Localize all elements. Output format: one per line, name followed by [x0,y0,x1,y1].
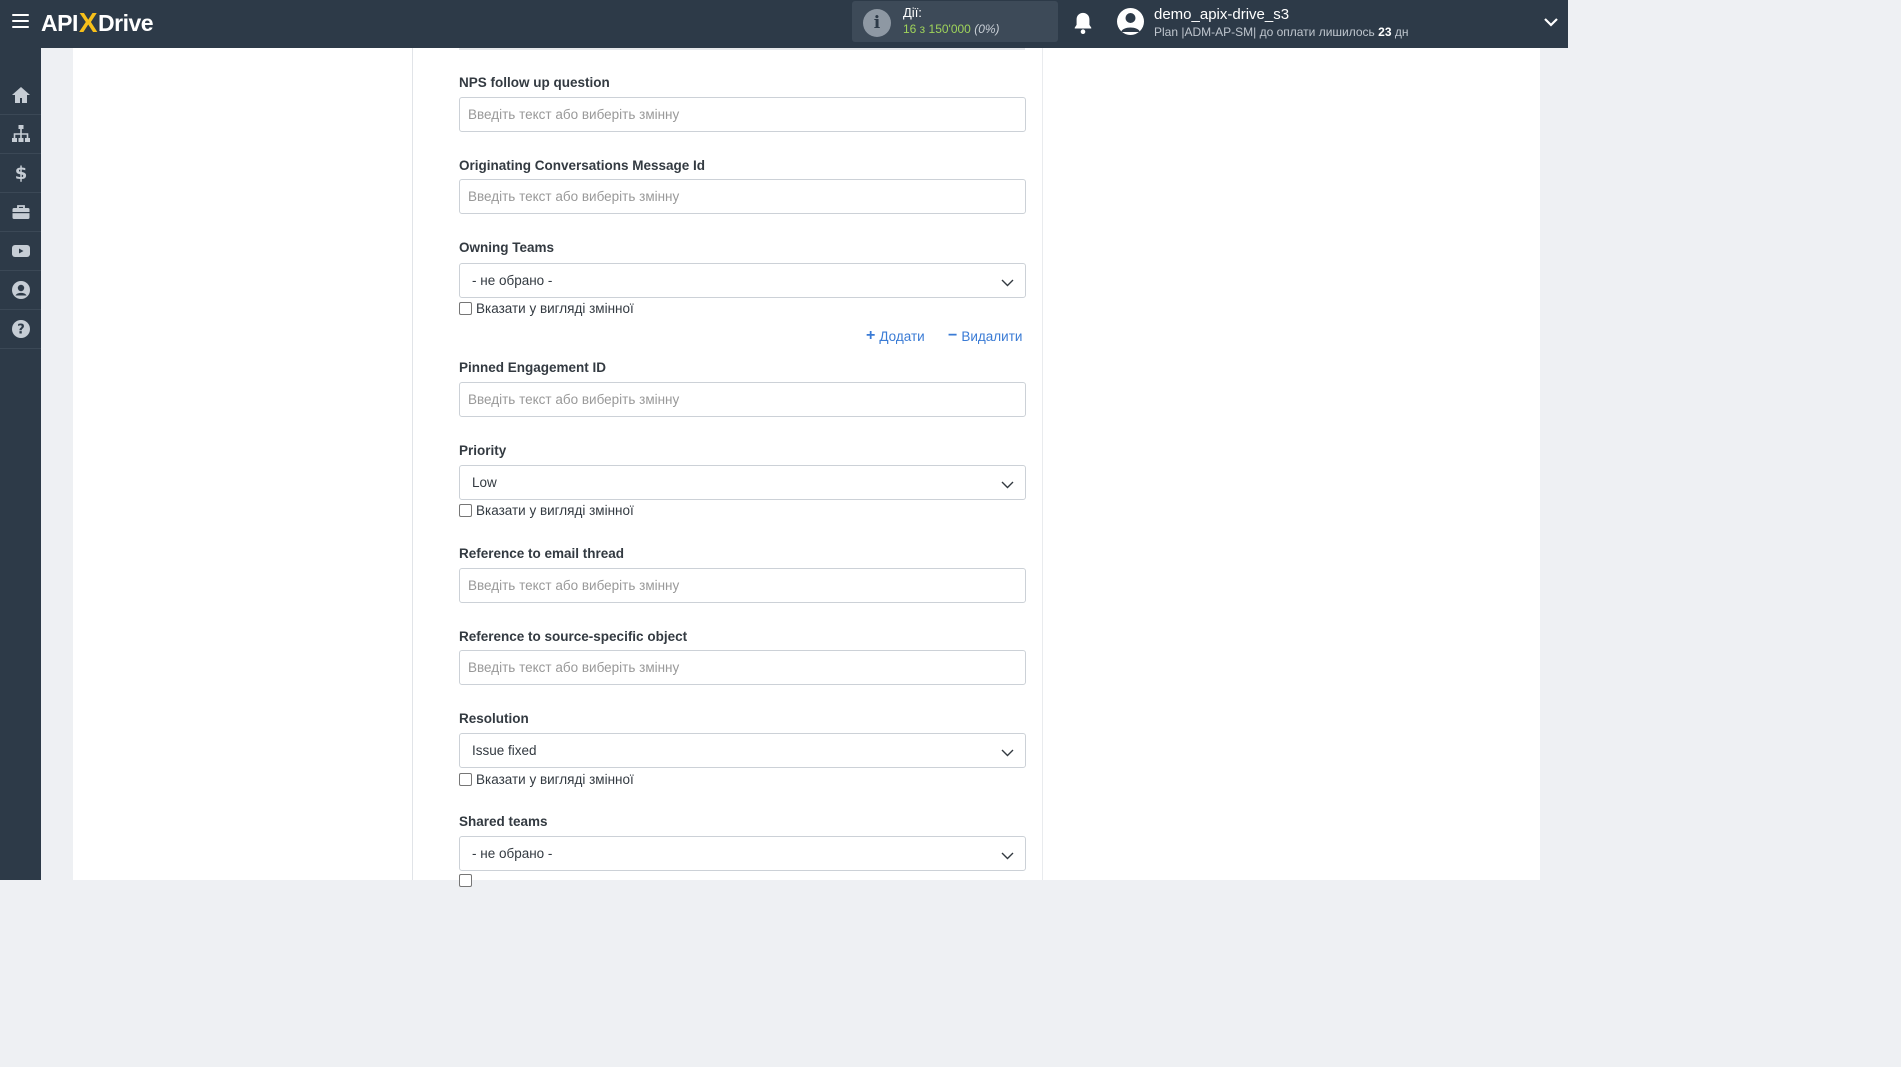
field-label-nps-followup: NPS follow up question [459,75,610,90]
plan-suffix: дн [1391,25,1409,39]
svg-text:?: ? [17,323,25,338]
home-icon[interactable] [0,76,41,115]
logo-api: API [41,9,78,36]
add-button[interactable]: + Додати [866,327,925,345]
owning-teams-value: - не обрано - [472,273,553,288]
field-label-ref-source: Reference to source-specific object [459,629,688,644]
user-circle-icon[interactable] [0,271,41,310]
checkbox[interactable] [459,773,472,786]
field-label-owning-teams: Owning Teams [459,240,555,255]
svg-text:$: $ [14,163,27,183]
field-label-priority: Priority [459,443,507,458]
logo-drive: Drive [98,9,154,36]
ref-source-input[interactable] [459,650,1026,685]
youtube-icon[interactable] [0,232,41,271]
owning-teams-variable-checkbox[interactable]: Вказати у вигляді змінної [459,301,634,316]
pinned-id-input[interactable] [459,382,1026,417]
priority-variable-checkbox[interactable]: Вказати у вигляді змінної [459,503,634,518]
plan-days: 23 [1378,25,1392,39]
resolution-select[interactable]: Issue fixed [459,733,1026,768]
help-icon[interactable]: ? [0,310,41,349]
field-label-shared-teams: Shared teams [459,814,548,829]
info-icon: i [863,9,891,37]
checkbox[interactable] [459,302,472,315]
logo-x: X [78,7,98,38]
actions-count-value: 16 з 150'000 [903,22,971,36]
checkbox-label: Вказати у вигляді змінної [476,301,634,316]
field-label-orig-msg-id: Originating Conversations Message Id [459,158,706,173]
chevron-down-icon [1001,481,1014,489]
field-label-resolution: Resolution [459,711,529,726]
checkbox-label: Вказати у вигляді змінної [476,772,634,787]
chevron-down-icon[interactable] [1543,14,1559,30]
sitemap-icon[interactable] [0,115,41,154]
resolution-value: Issue fixed [472,743,537,758]
logo[interactable]: API X Drive [41,7,154,38]
owning-teams-select[interactable]: - не обрано - [459,263,1026,298]
shared-teams-value: - не обрано - [472,846,553,861]
actions-counter: i Дії: 16 з 150'000 (0%) [852,1,1058,42]
previous-field-edge [459,48,1025,50]
priority-value: Low [472,475,497,490]
left-panel [73,48,413,880]
page-background-right [1540,48,1568,880]
priority-select[interactable]: Low [459,465,1026,500]
plus-icon: + [866,327,876,344]
user-name[interactable]: demo_apix-drive_s3 [1154,6,1289,23]
plan-prefix: Plan |ADM-AP-SM| до оплати лишилось [1154,25,1379,39]
shared-teams-variable-checkbox[interactable] [459,874,476,887]
nps-followup-input[interactable] [459,97,1026,132]
minus-icon: − [948,327,958,344]
avatar[interactable] [1117,8,1144,35]
chevron-down-icon [1001,749,1014,757]
add-label: Додати [879,328,925,344]
top-bar: API X Drive i Дії: 16 з 150'000 (0%) demo_… [0,0,1568,48]
bell-icon[interactable] [1072,11,1094,35]
chevron-down-icon [1001,279,1014,287]
checkbox[interactable] [459,874,472,887]
actions-percent: (0%) [974,22,1000,36]
remove-label: Видалити [961,328,1023,344]
user-plan: Plan |ADM-AP-SM| до оплати лишилось 23 д… [1154,25,1408,39]
actions-count: 16 з 150'000 (0%) [903,22,1000,36]
briefcase-icon[interactable] [0,193,41,232]
shared-teams-select[interactable]: - не обрано - [459,836,1026,871]
field-label-pinned-id: Pinned Engagement ID [459,360,607,375]
orig-msg-id-input[interactable] [459,179,1026,214]
checkbox-label: Вказати у вигляді змінної [476,503,634,518]
field-label-ref-email: Reference to email thread [459,546,625,561]
chevron-down-icon [1001,852,1014,860]
sidebar: $ ? [0,48,41,880]
menu-icon[interactable] [12,14,29,28]
ref-email-input[interactable] [459,568,1026,603]
actions-label: Дії: [903,5,922,20]
checkbox[interactable] [459,504,472,517]
remove-button[interactable]: − Видалити [948,327,1022,345]
dollar-icon[interactable]: $ [0,154,41,193]
resolution-variable-checkbox[interactable]: Вказати у вигляді змінної [459,772,634,787]
